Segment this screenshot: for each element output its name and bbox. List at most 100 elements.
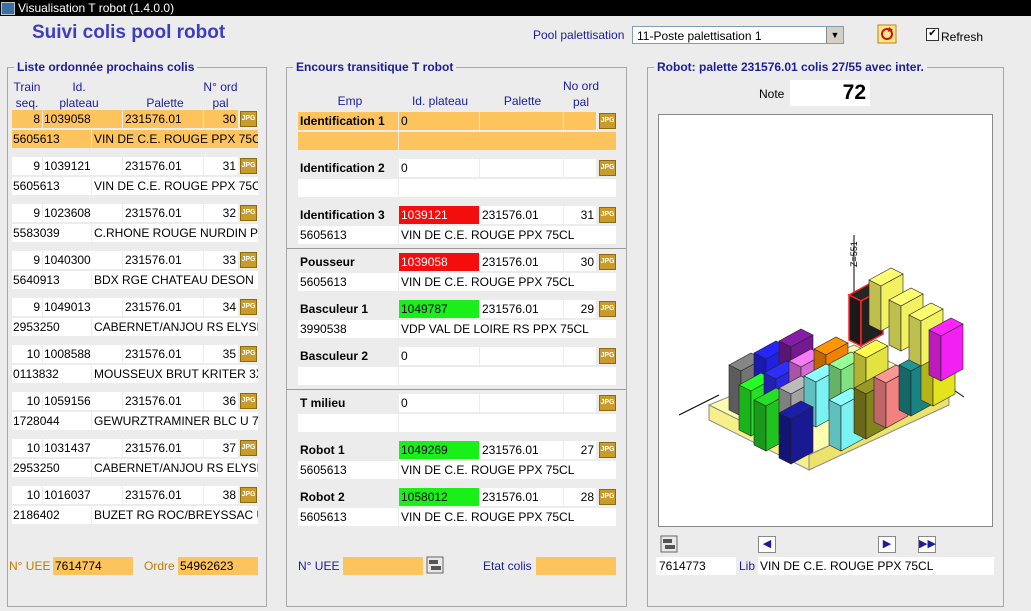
- row-code[interactable]: 5640913: [12, 271, 91, 289]
- transit-lib[interactable]: [399, 414, 616, 432]
- row-lib[interactable]: CABERNET/ANJOU RS ELYSI: [92, 318, 258, 336]
- transit-id-plateau[interactable]: 1049269: [399, 441, 479, 459]
- row-id-plateau[interactable]: 1049013: [43, 298, 122, 316]
- row-palette[interactable]: 231576.01: [123, 251, 203, 269]
- row-palette[interactable]: 231576.01: [123, 110, 203, 128]
- row-lib[interactable]: BUZET RG ROC/BREYSSAC U: [92, 506, 258, 524]
- jpg-icon[interactable]: JPG: [599, 301, 616, 317]
- transit-n-ord[interactable]: 27: [564, 441, 596, 459]
- row-lib[interactable]: VIN DE C.E. ROUGE PPX 75C: [92, 177, 258, 195]
- transit-palette[interactable]: [480, 394, 563, 412]
- row-n-ord[interactable]: 30: [204, 110, 238, 128]
- jpg-icon[interactable]: JPG: [240, 111, 257, 127]
- transit-code[interactable]: [298, 179, 398, 197]
- row-code[interactable]: 1728044: [12, 412, 91, 430]
- row-seq[interactable]: 10: [12, 439, 42, 457]
- transit-palette[interactable]: 231576.01: [480, 441, 563, 459]
- next-button[interactable]: ▶: [878, 536, 896, 553]
- transit-n-ord[interactable]: 28: [564, 488, 596, 506]
- scan-icon[interactable]: [426, 556, 444, 574]
- transit-code[interactable]: 5605613: [298, 461, 398, 479]
- ordre-field[interactable]: 54962623: [178, 557, 258, 575]
- transit-palette[interactable]: [480, 347, 563, 365]
- jpg-icon[interactable]: JPG: [599, 254, 616, 270]
- row-code[interactable]: 2953250: [12, 459, 91, 477]
- row-seq[interactable]: 9: [12, 298, 42, 316]
- row-seq[interactable]: 10: [12, 345, 42, 363]
- row-seq[interactable]: 10: [12, 486, 42, 504]
- row-lib[interactable]: GEWURZTRAMINER BLC U 7: [92, 412, 258, 430]
- jpg-icon[interactable]: JPG: [599, 207, 616, 223]
- row-palette[interactable]: 231576.01: [123, 298, 203, 316]
- row-n-ord[interactable]: 34: [204, 298, 238, 316]
- transit-id-plateau[interactable]: 0: [399, 159, 479, 177]
- transit-n-ord[interactable]: [564, 112, 596, 130]
- row-seq[interactable]: 9: [12, 251, 42, 269]
- row-id-plateau[interactable]: 1039121: [43, 157, 122, 175]
- jpg-icon[interactable]: JPG: [240, 158, 257, 174]
- row-id-plateau[interactable]: 1059156: [43, 392, 122, 410]
- jpg-icon[interactable]: JPG: [240, 346, 257, 362]
- transit-id-plateau[interactable]: 0: [399, 112, 479, 130]
- row-code[interactable]: 5605613: [12, 130, 91, 148]
- row-seq[interactable]: 9: [12, 157, 42, 175]
- transit-n-ord[interactable]: 29: [564, 300, 596, 318]
- pallet-3d-view[interactable]: Z=551: [658, 114, 993, 527]
- row-id-plateau[interactable]: 1016037: [43, 486, 122, 504]
- jpg-icon[interactable]: JPG: [599, 113, 616, 129]
- transit-palette[interactable]: [480, 112, 563, 130]
- transit-lib[interactable]: [399, 132, 616, 150]
- row-id-plateau[interactable]: 1008588: [43, 345, 122, 363]
- transit-code[interactable]: 5605613: [298, 508, 398, 526]
- jpg-icon[interactable]: JPG: [599, 395, 616, 411]
- transit-n-ord[interactable]: 31: [564, 206, 596, 224]
- jpg-icon[interactable]: JPG: [240, 205, 257, 221]
- transit-code[interactable]: 5605613: [298, 273, 398, 291]
- row-palette[interactable]: 231576.01: [123, 392, 203, 410]
- row-seq[interactable]: 10: [12, 392, 42, 410]
- transit-palette[interactable]: [480, 159, 563, 177]
- etat-colis-field[interactable]: [536, 557, 616, 575]
- uee-field[interactable]: 7614774: [53, 557, 133, 575]
- transit-code[interactable]: 5605613: [298, 226, 398, 244]
- row-n-ord[interactable]: 35: [204, 345, 238, 363]
- transit-code[interactable]: [298, 132, 398, 150]
- transit-id-plateau[interactable]: 0: [399, 394, 479, 412]
- transit-id-plateau[interactable]: 1058012: [399, 488, 479, 506]
- row-id-plateau[interactable]: 1023608: [43, 204, 122, 222]
- row-lib[interactable]: MOUSSEUX BRUT KRITER 3X: [92, 365, 258, 383]
- transit-id-plateau[interactable]: 1039058: [399, 253, 479, 271]
- jpg-icon[interactable]: JPG: [599, 489, 616, 505]
- transit-code[interactable]: 3990538: [298, 320, 398, 338]
- transit-code[interactable]: [298, 414, 398, 432]
- transit-n-ord[interactable]: 30: [564, 253, 596, 271]
- row-code[interactable]: 2953250: [12, 318, 91, 336]
- transit-palette[interactable]: 231576.01: [480, 253, 563, 271]
- reload-icon[interactable]: [877, 24, 897, 44]
- row-n-ord[interactable]: 36: [204, 392, 238, 410]
- jpg-icon[interactable]: JPG: [599, 160, 616, 176]
- row-palette[interactable]: 231576.01: [123, 439, 203, 457]
- transit-lib[interactable]: VIN DE C.E. ROUGE PPX 75CL: [399, 273, 616, 291]
- row-seq[interactable]: 9: [12, 204, 42, 222]
- jpg-icon[interactable]: JPG: [240, 299, 257, 315]
- row-n-ord[interactable]: 31: [204, 157, 238, 175]
- transit-n-ord[interactable]: [564, 347, 596, 365]
- jpg-icon[interactable]: JPG: [240, 487, 257, 503]
- jpg-icon[interactable]: JPG: [240, 393, 257, 409]
- jpg-icon[interactable]: JPG: [240, 252, 257, 268]
- transit-n-ord[interactable]: [564, 159, 596, 177]
- row-id-plateau[interactable]: 1040300: [43, 251, 122, 269]
- row-seq[interactable]: 8: [12, 110, 42, 128]
- row-code[interactable]: 2186402: [12, 506, 91, 524]
- chevron-down-icon[interactable]: ▼: [826, 27, 843, 43]
- transit-lib[interactable]: [399, 179, 616, 197]
- row-n-ord[interactable]: 38: [204, 486, 238, 504]
- transit-lib[interactable]: VIN DE C.E. ROUGE PPX 75CL: [399, 226, 616, 244]
- transit-palette[interactable]: 231576.01: [480, 300, 563, 318]
- transit-lib[interactable]: [399, 367, 616, 385]
- row-n-ord[interactable]: 32: [204, 204, 238, 222]
- transit-n-ord[interactable]: [564, 394, 596, 412]
- last-button[interactable]: ▶▶: [918, 536, 936, 553]
- transit-code[interactable]: [298, 367, 398, 385]
